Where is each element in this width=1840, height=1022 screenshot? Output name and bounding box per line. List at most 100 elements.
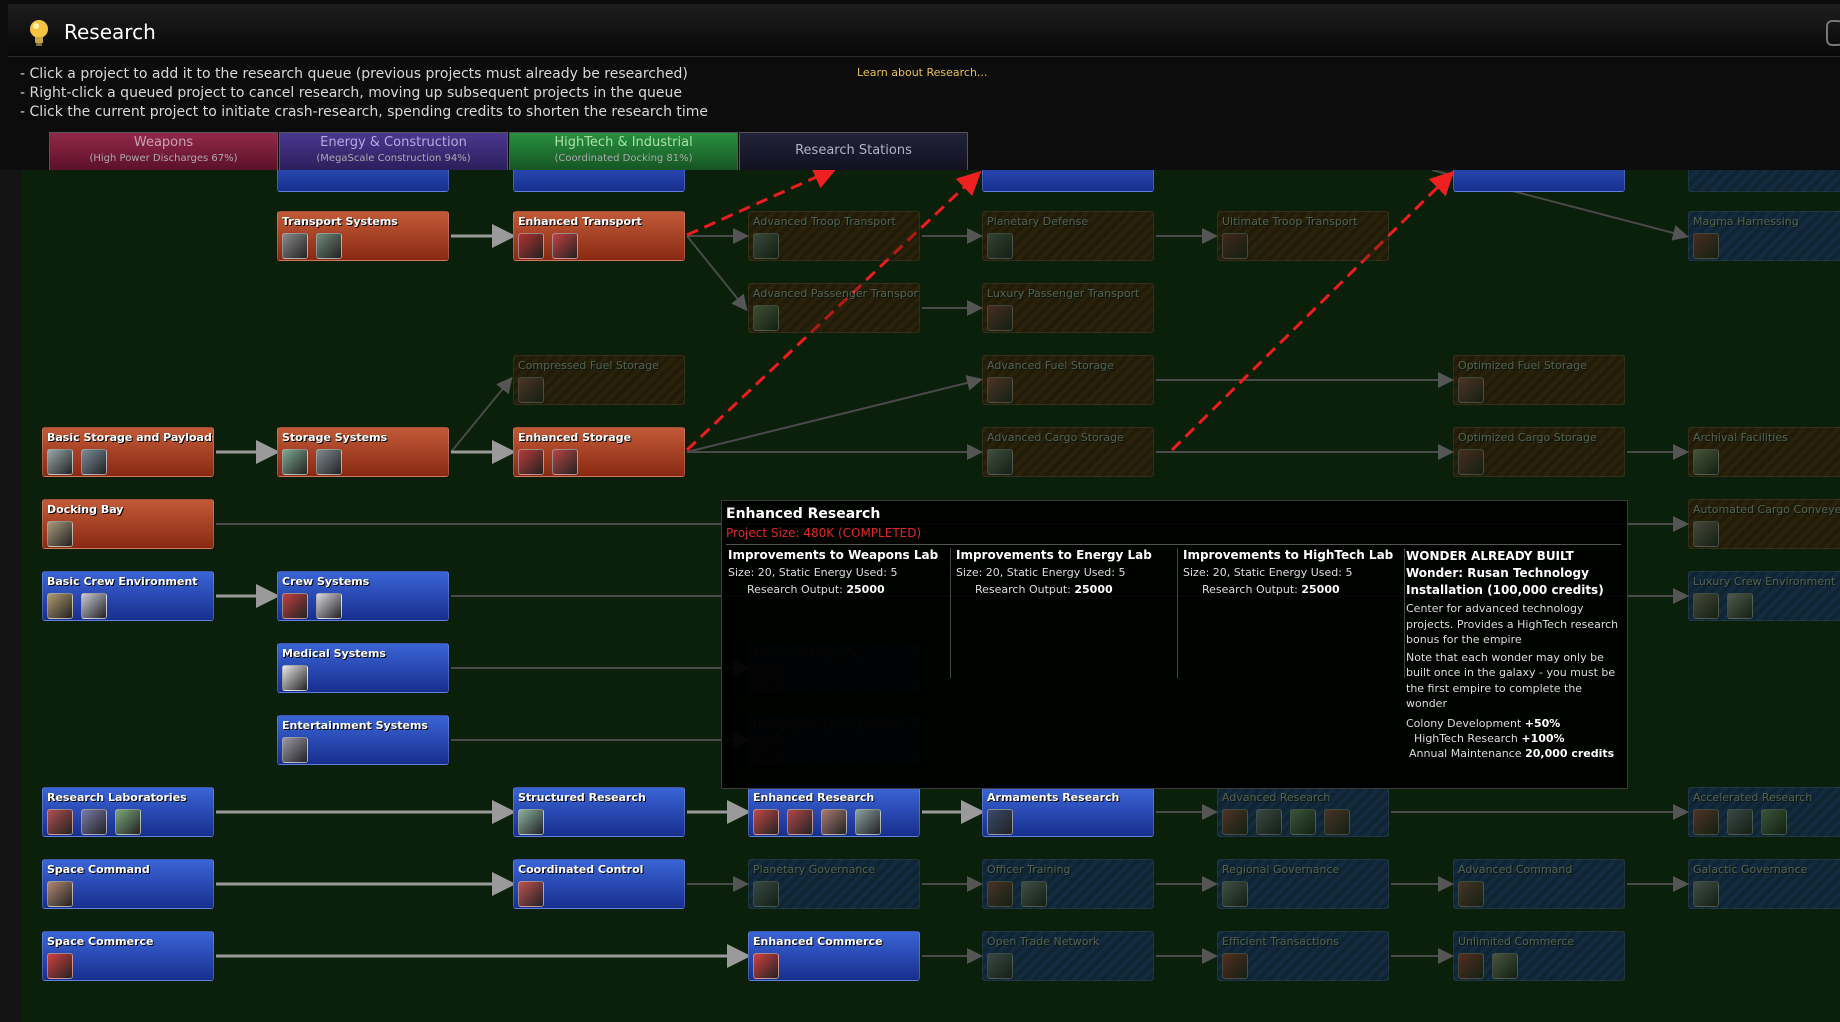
tree-node-partial[interactable] [982, 170, 1154, 192]
tech-node-magma-harnessing[interactable]: Magma Harnessing [1688, 211, 1840, 261]
tech-node-efficient-transactions[interactable]: Efficient Transactions [1217, 931, 1389, 981]
tech-node-enhanced-storage[interactable]: Enhanced Storage [513, 427, 685, 477]
tech-node-space-commerce[interactable]: Space Commerce [42, 931, 214, 981]
wonder-bonus: HighTech Research +100% [1414, 731, 1565, 745]
bonus-value: +100% [1521, 731, 1565, 745]
tech-node-advanced-passenger-transport[interactable]: Advanced Passenger Transport [748, 283, 920, 333]
tech-component-icon [47, 881, 73, 907]
tech-node-open-trade-network[interactable]: Open Trade Network [982, 931, 1154, 981]
tech-node-label: Entertainment Systems [282, 719, 428, 732]
tech-node-unlimited-commerce[interactable]: Unlimited Commerce [1453, 931, 1625, 981]
tech-node-luxury-crew-environment[interactable]: Luxury Crew Environment [1688, 571, 1840, 621]
tech-node-transport-systems[interactable]: Transport Systems [277, 211, 449, 261]
tab-energy-progress: (MegaScale Construction 94%) [316, 153, 471, 164]
tech-component-icon [1222, 233, 1248, 259]
wonder-name: Wonder: Rusan Technology Installation (1… [1406, 566, 1604, 597]
tech-component-icon [1761, 809, 1787, 835]
output-value: 25000 [1301, 583, 1340, 596]
tech-node-docking-bay[interactable]: Docking Bay [42, 499, 214, 549]
tech-node-advanced-cargo-storage[interactable]: Advanced Cargo Storage [982, 427, 1154, 477]
tech-node-space-command[interactable]: Space Command [42, 859, 214, 909]
tech-component-icon [987, 233, 1013, 259]
tree-node-partial[interactable] [277, 170, 449, 192]
tree-node-partial[interactable] [513, 170, 685, 192]
tech-node-storage-systems[interactable]: Storage Systems [277, 427, 449, 477]
tech-node-regional-governance[interactable]: Regional Governance [1217, 859, 1389, 909]
tech-node-label: Planetary Defense [987, 215, 1089, 228]
tech-node-archival-facilities[interactable]: Archival Facilities [1688, 427, 1840, 477]
tech-component-icon [753, 233, 779, 259]
wonder-header: WONDER ALREADY BUILT [1406, 549, 1574, 563]
tech-component-icon [987, 449, 1013, 475]
tech-node-advanced-research[interactable]: Advanced Research [1217, 787, 1389, 837]
tooltip-weapons-lab: Improvements to Weapons Lab Size: 20, St… [722, 548, 951, 678]
tech-node-officer-training[interactable]: Officer Training [982, 859, 1154, 909]
window-close-button[interactable] [1826, 20, 1840, 46]
tech-node-structured-research[interactable]: Structured Research [513, 787, 685, 837]
tech-node-research-laboratories[interactable]: Research Laboratories [42, 787, 214, 837]
tech-node-luxury-passenger-transport[interactable]: Luxury Passenger Transport [982, 283, 1154, 333]
tech-component-icon [81, 593, 107, 619]
tech-node-armaments-research[interactable]: Armaments Research [982, 787, 1154, 837]
tech-node-basic-storage-and-payloads[interactable]: Basic Storage and Payloads [42, 427, 214, 477]
lightbulb-icon [30, 20, 48, 46]
wonder-description: Center for advanced technology projects.… [1406, 602, 1619, 646]
tech-node-label: Compressed Fuel Storage [518, 359, 659, 372]
tech-component-icon [1458, 449, 1484, 475]
tech-node-enhanced-research[interactable]: Enhanced Research [748, 787, 920, 837]
instruction-line-3: - Click the current project to initiate … [20, 104, 709, 120]
tech-node-optimized-fuel-storage[interactable]: Optimized Fuel Storage [1453, 355, 1625, 405]
tab-energy-construction[interactable]: Energy & Construction (MegaScale Constru… [279, 132, 508, 171]
tech-component-icon [282, 449, 308, 475]
tech-node-automated-cargo-conveyers[interactable]: Automated Cargo Conveyers [1688, 499, 1840, 549]
tech-node-label: Transport Systems [282, 215, 398, 228]
tab-energy-label: Energy & Construction [320, 135, 467, 150]
tech-node-basic-crew-environment[interactable]: Basic Crew Environment [42, 571, 214, 621]
tech-node-medical-systems[interactable]: Medical Systems [277, 643, 449, 693]
tech-component-icon [753, 809, 779, 835]
tab-hightech-progress: (Coordinated Docking 81%) [554, 153, 693, 164]
tech-component-icon [1727, 593, 1753, 619]
tech-component-icon [552, 449, 578, 475]
wonder-bonus: Annual Maintenance 20,000 credits [1409, 746, 1615, 760]
tech-component-icon [987, 305, 1013, 331]
tech-node-label: Research Laboratories [47, 791, 187, 804]
learn-about-research-link[interactable]: Learn about Research... [857, 66, 987, 79]
tech-node-advanced-troop-transport[interactable]: Advanced Troop Transport [748, 211, 920, 261]
tree-node-partial[interactable] [1688, 170, 1840, 192]
tech-node-label: Open Trade Network [987, 935, 1100, 948]
tab-hightech-industrial[interactable]: HighTech & Industrial (Coordinated Docki… [509, 132, 738, 173]
tech-node-coordinated-control[interactable]: Coordinated Control [513, 859, 685, 909]
tech-component-icon [518, 809, 544, 835]
tab-weapons[interactable]: Weapons (High Power Discharges 67%) [49, 132, 278, 171]
tech-node-compressed-fuel-storage[interactable]: Compressed Fuel Storage [513, 355, 685, 405]
tree-connection [686, 235, 748, 312]
tree-node-partial[interactable] [1453, 170, 1625, 192]
window-titlebar: Research [8, 4, 1840, 57]
tech-node-planetary-governance[interactable]: Planetary Governance [748, 859, 920, 909]
tech-node-crew-systems[interactable]: Crew Systems [277, 571, 449, 621]
tooltip-energy-lab: Improvements to Energy Lab Size: 20, Sta… [950, 548, 1178, 678]
tech-node-ultimate-troop-transport[interactable]: Ultimate Troop Transport [1217, 211, 1389, 261]
tech-component-icon [81, 449, 107, 475]
improvement-size: Size: 20, Static Energy Used: 5 [728, 566, 898, 579]
bonus-value: +50% [1524, 716, 1561, 730]
tooltip-wonder: WONDER ALREADY BUILT Wonder: Rusan Techn… [1406, 548, 1621, 761]
tech-node-entertainment-systems[interactable]: Entertainment Systems [277, 715, 449, 765]
tech-node-planetary-defense[interactable]: Planetary Defense [982, 211, 1154, 261]
tech-node-galactic-governance[interactable]: Galactic Governance [1688, 859, 1840, 909]
tech-node-label: Enhanced Storage [518, 431, 632, 444]
tech-node-advanced-command[interactable]: Advanced Command [1453, 859, 1625, 909]
tech-component-icon [47, 521, 73, 547]
tech-node-enhanced-transport[interactable]: Enhanced Transport [513, 211, 685, 261]
tech-node-enhanced-commerce[interactable]: Enhanced Commerce [748, 931, 920, 981]
tech-node-accelerated-research[interactable]: Accelerated Research [1688, 787, 1840, 837]
tab-research-stations[interactable]: Research Stations [739, 132, 968, 171]
improvement-heading: Improvements to HighTech Lab [1183, 548, 1394, 562]
tech-node-label: Basic Crew Environment [47, 575, 198, 588]
tech-node-advanced-fuel-storage[interactable]: Advanced Fuel Storage [982, 355, 1154, 405]
tech-component-icon [518, 377, 544, 403]
output-value: 25000 [1074, 583, 1113, 596]
instruction-line-2: - Right-click a queued project to cancel… [20, 85, 682, 101]
tech-node-optimized-cargo-storage[interactable]: Optimized Cargo Storage [1453, 427, 1625, 477]
